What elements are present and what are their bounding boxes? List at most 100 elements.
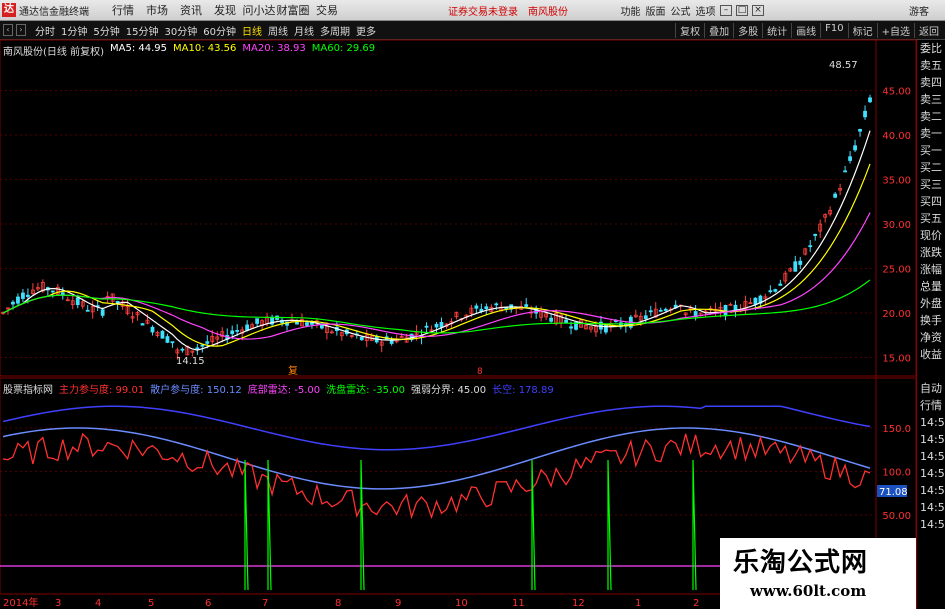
- y-tick-label: 100.0: [882, 468, 911, 479]
- candle-body: [843, 170, 848, 173]
- sidebar-item[interactable]: 卖一: [917, 125, 945, 142]
- x-tick-label: 7: [262, 598, 268, 609]
- sidebar-item[interactable]: 外盘: [917, 295, 945, 312]
- y-tick-label: 35.00: [882, 176, 911, 187]
- candle-body: [140, 323, 145, 326]
- candle-body: [813, 233, 818, 236]
- sidebar-item[interactable]: 收益: [917, 346, 945, 363]
- sidebar-item[interactable]: 总量: [917, 278, 945, 295]
- candle-body: [474, 305, 479, 309]
- candle-body: [205, 341, 210, 344]
- candle-body: [160, 330, 165, 339]
- sidebar-item[interactable]: 涨幅: [917, 261, 945, 278]
- candle-body: [16, 296, 20, 304]
- watermark-url: www.60lt.com: [750, 582, 867, 600]
- low-label: 14.15: [176, 356, 205, 367]
- x-tick-label: 10: [455, 598, 468, 609]
- sidebar-item[interactable]: 行情: [917, 397, 945, 414]
- x-tick-label: 4: [95, 598, 101, 609]
- candle-body: [75, 297, 80, 306]
- candle-body: [808, 245, 813, 248]
- candle-body: [295, 321, 299, 325]
- sidebar-item[interactable]: 自动: [917, 380, 945, 397]
- sidebar-item[interactable]: 卖四: [917, 74, 945, 91]
- candle-body: [195, 347, 200, 350]
- candle-body: [663, 308, 668, 311]
- candle-body: [85, 309, 90, 312]
- candle-body: [549, 317, 554, 322]
- wash-radar-spike: [607, 459, 612, 591]
- sidebar-item[interactable]: 换手: [917, 312, 945, 329]
- sidebar-item[interactable]: 14:50: [917, 482, 945, 499]
- candle-body: [439, 322, 444, 328]
- candle-body: [773, 289, 778, 292]
- candle-body: [793, 261, 798, 272]
- candle-body: [569, 326, 573, 329]
- candle-body: [200, 344, 205, 347]
- sidebar-item[interactable]: [917, 363, 945, 380]
- sidebar-item[interactable]: 14:50: [917, 448, 945, 465]
- candle-body: [494, 303, 499, 306]
- sidebar-item[interactable]: 卖三: [917, 91, 945, 108]
- x-tick-label: 1: [635, 598, 641, 609]
- chart-canvas[interactable]: 45.00 40.00 35.00 30.00 25.00 20.00 15.00 48.57…: [0, 0, 945, 609]
- sidebar-item[interactable]: 买三: [917, 176, 945, 193]
- candle-body: [524, 304, 529, 307]
- y-tick-label: 25.00: [882, 265, 911, 276]
- candle-body: [564, 319, 568, 324]
- sidebar-item[interactable]: 卖二: [917, 108, 945, 125]
- sidebar-item[interactable]: 涨跌: [917, 244, 945, 261]
- x-tick-label: 12: [572, 598, 585, 609]
- candle-body: [359, 336, 364, 341]
- y-tick-label: 45.00: [882, 87, 911, 98]
- candle-body: [768, 290, 773, 293]
- candle-body: [798, 260, 803, 265]
- sidebar-item[interactable]: 净资: [917, 329, 945, 346]
- quote-sidebar: 委比 卖五 卖四 卖三 卖二 卖一 买一 买二 买三 买四 买五 现价 涨跌 涨幅 总量 外盘 换手 净资 收益自动…: [916, 40, 945, 609]
- candle-body: [230, 330, 235, 335]
- x-tick-label: 2: [693, 598, 699, 609]
- candle-body: [648, 310, 653, 313]
- candle-body: [868, 97, 872, 103]
- marker-label: 8: [477, 367, 483, 377]
- candle-body: [180, 348, 185, 351]
- sidebar-item[interactable]: 买四: [917, 193, 945, 210]
- sidebar-item[interactable]: 14:50: [917, 499, 945, 516]
- candle-body: [833, 193, 838, 198]
- x-tick-label: 11: [512, 598, 525, 609]
- sidebar-item[interactable]: 买二: [917, 159, 945, 176]
- y-tick-label: 15.00: [882, 354, 911, 365]
- candle-body: [728, 303, 733, 306]
- y-tick-label: 50.00: [882, 511, 911, 522]
- sidebar-item[interactable]: 14:50: [917, 414, 945, 431]
- high-label: 48.57: [829, 60, 858, 71]
- candle-body: [484, 306, 489, 310]
- sidebar-item[interactable]: 14:50: [917, 465, 945, 482]
- candle-body: [604, 324, 608, 333]
- sidebar-item[interactable]: 委比: [917, 40, 945, 57]
- current-value-label: 71.08: [879, 487, 908, 498]
- sidebar-item[interactable]: 买一: [917, 142, 945, 159]
- candle-body: [863, 110, 867, 118]
- watermark-title: 乐淘公式网: [733, 548, 869, 578]
- y-tick-label: 150.0: [882, 424, 911, 435]
- candle-body: [100, 309, 105, 316]
- candle-body: [150, 326, 155, 333]
- sidebar-item[interactable]: 现价: [917, 227, 945, 244]
- candle-body: [255, 318, 260, 324]
- candle-body: [853, 145, 857, 151]
- x-tick-label: 2014年: [3, 596, 38, 609]
- sidebar-item[interactable]: 卖五: [917, 57, 945, 74]
- candle-body: [643, 315, 648, 320]
- x-tick-label: 9: [395, 598, 401, 609]
- y-tick-label: 40.00: [882, 131, 911, 142]
- candle-body: [658, 309, 663, 312]
- wash-radar-spike: [267, 459, 272, 591]
- y-tick-label: 20.00: [882, 309, 911, 320]
- candle-body: [424, 325, 429, 328]
- sidebar-item[interactable]: 买五: [917, 210, 945, 227]
- sidebar-item[interactable]: 14:50: [917, 431, 945, 448]
- y-tick-label: 30.00: [882, 220, 911, 231]
- sidebar-item[interactable]: 14:50: [917, 516, 945, 533]
- marker-label: 复: [288, 364, 298, 377]
